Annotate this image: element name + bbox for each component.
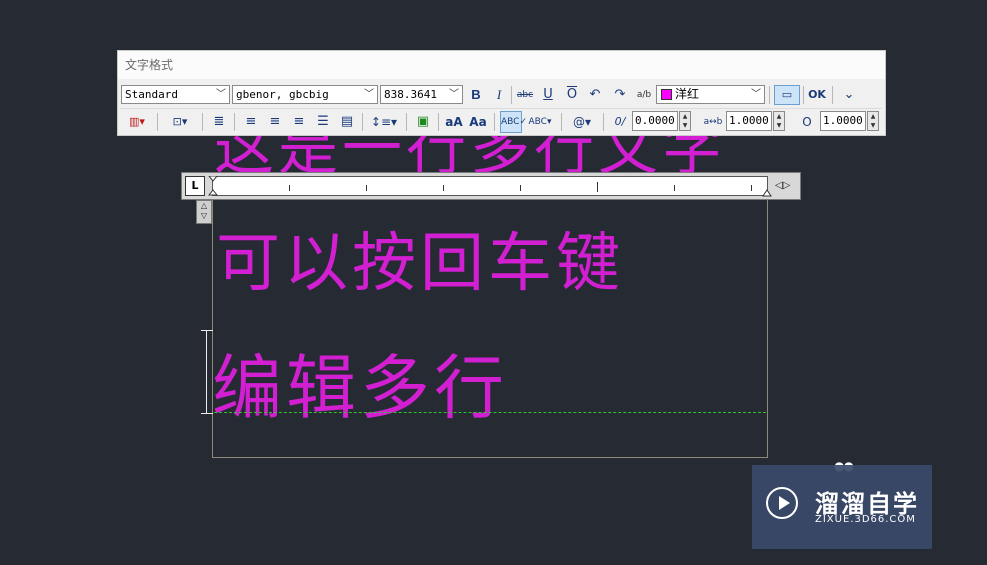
ruler-toggle-icon[interactable]: ▭	[774, 85, 800, 105]
chevron-down-icon: ﹀	[751, 89, 761, 100]
uppercase-icon[interactable]: Aa	[468, 112, 488, 132]
ruler-track[interactable]	[208, 176, 772, 197]
align-right-icon[interactable]: ≡	[290, 112, 308, 132]
text-height-value: 838.3641	[384, 88, 437, 101]
separator	[603, 113, 604, 131]
symbol-icon[interactable]: @▾	[567, 112, 597, 132]
ruler-tick	[751, 185, 752, 191]
font-select-value: gbenor, gbcbig	[236, 88, 329, 101]
bold-button[interactable]: B	[467, 85, 485, 105]
chevron-down-icon: ﹀	[216, 89, 226, 100]
separator	[561, 113, 562, 131]
text-baseline	[214, 412, 766, 413]
mtext-line-3[interactable]: 编辑多行	[212, 332, 508, 433]
ruler-tick	[520, 185, 521, 191]
chevron-down-icon: ﹀	[364, 89, 374, 100]
tracking-spinner[interactable]: ▲ ▼	[773, 111, 785, 131]
font-select[interactable]: gbenor, gbcbig ﹀	[232, 85, 378, 104]
style-select[interactable]: Standard ﹀	[121, 85, 230, 104]
width-factor-spinner[interactable]: ▲ ▼	[867, 111, 879, 131]
ruler-tick	[366, 185, 367, 191]
toolbar-title: 文字格式	[125, 58, 174, 72]
ruler-tick	[443, 185, 444, 191]
oblique-angle-spinner[interactable]: ▲ ▼	[679, 111, 691, 131]
tracking-icon: a↔b	[703, 117, 723, 127]
underline-button[interactable]: U	[539, 85, 557, 105]
separator	[234, 113, 235, 131]
line-spacing-icon[interactable]: ↕≡▾	[369, 112, 399, 132]
text-height-select[interactable]: 838.3641 ﹀	[380, 85, 463, 104]
ruler-tick	[597, 182, 598, 192]
watermark-url: ZIXUE.3D66.COM	[815, 514, 916, 525]
play-icon	[779, 496, 790, 510]
options-icon[interactable]: ⌄	[840, 85, 858, 105]
tracking-input[interactable]: 1.0000	[726, 111, 772, 131]
separator	[511, 86, 512, 104]
strikethrough-button[interactable]: abc	[514, 85, 536, 105]
separator	[362, 113, 363, 131]
align-center-icon[interactable]: ≡	[266, 112, 284, 132]
text-cursor	[201, 330, 213, 414]
mtext-line-2[interactable]: 可以按回车键	[216, 212, 624, 304]
width-factor-icon: O	[802, 115, 812, 129]
undo-icon[interactable]: ↶	[586, 85, 604, 105]
style-select-value: Standard	[125, 88, 178, 101]
lowercase-icon[interactable]: aA	[444, 112, 464, 132]
paragraph-icon[interactable]: ≣	[210, 112, 228, 132]
separator	[438, 113, 439, 131]
columns-icon[interactable]: ▥▾	[122, 112, 152, 132]
separator	[803, 86, 804, 104]
spell-check-icon[interactable]: ABC✓	[500, 111, 527, 133]
width-factor-input[interactable]: 1.0000	[820, 111, 866, 131]
numbering-icon[interactable]: ▣	[414, 112, 432, 132]
tab-type-button[interactable]: L	[185, 176, 205, 196]
separator	[832, 86, 833, 104]
indent-marker-icon[interactable]	[208, 176, 218, 196]
chevron-down-icon: ﹀	[449, 89, 459, 100]
toolbar-row-divider	[120, 108, 882, 109]
mtext-justify-icon[interactable]: ⊡▾	[165, 112, 195, 132]
right-margin-marker-icon[interactable]	[762, 189, 772, 197]
color-select[interactable]: 洋红 ﹀	[656, 85, 765, 104]
separator	[157, 113, 158, 131]
height-resize-handle[interactable]: △ ▽	[196, 200, 212, 224]
width-resize-arrows-icon[interactable]: ◁▷	[775, 176, 797, 196]
ruler-tick	[674, 185, 675, 191]
ok-button[interactable]: OK	[806, 85, 828, 105]
toolbar-titlebar[interactable]	[118, 51, 885, 79]
oblique-angle-input[interactable]: 0.0000	[632, 111, 678, 131]
separator	[406, 113, 407, 131]
italic-button[interactable]: I	[490, 85, 508, 105]
separator	[202, 113, 203, 131]
redo-icon[interactable]: ↷	[611, 85, 629, 105]
spell-settings-icon[interactable]: ABC▾	[525, 112, 555, 132]
color-swatch	[661, 89, 672, 100]
align-left-icon[interactable]: ≡	[242, 112, 260, 132]
separator	[769, 86, 770, 104]
color-select-value: 洋红	[675, 87, 700, 101]
overline-button[interactable]: O	[563, 85, 581, 105]
ruler-tick	[289, 185, 290, 191]
distribute-icon[interactable]: ▤	[338, 112, 356, 132]
oblique-angle-icon: 0/	[614, 115, 626, 128]
separator	[494, 113, 495, 131]
justify-icon[interactable]: ☰	[314, 112, 332, 132]
stack-button[interactable]: a/b	[635, 85, 653, 105]
